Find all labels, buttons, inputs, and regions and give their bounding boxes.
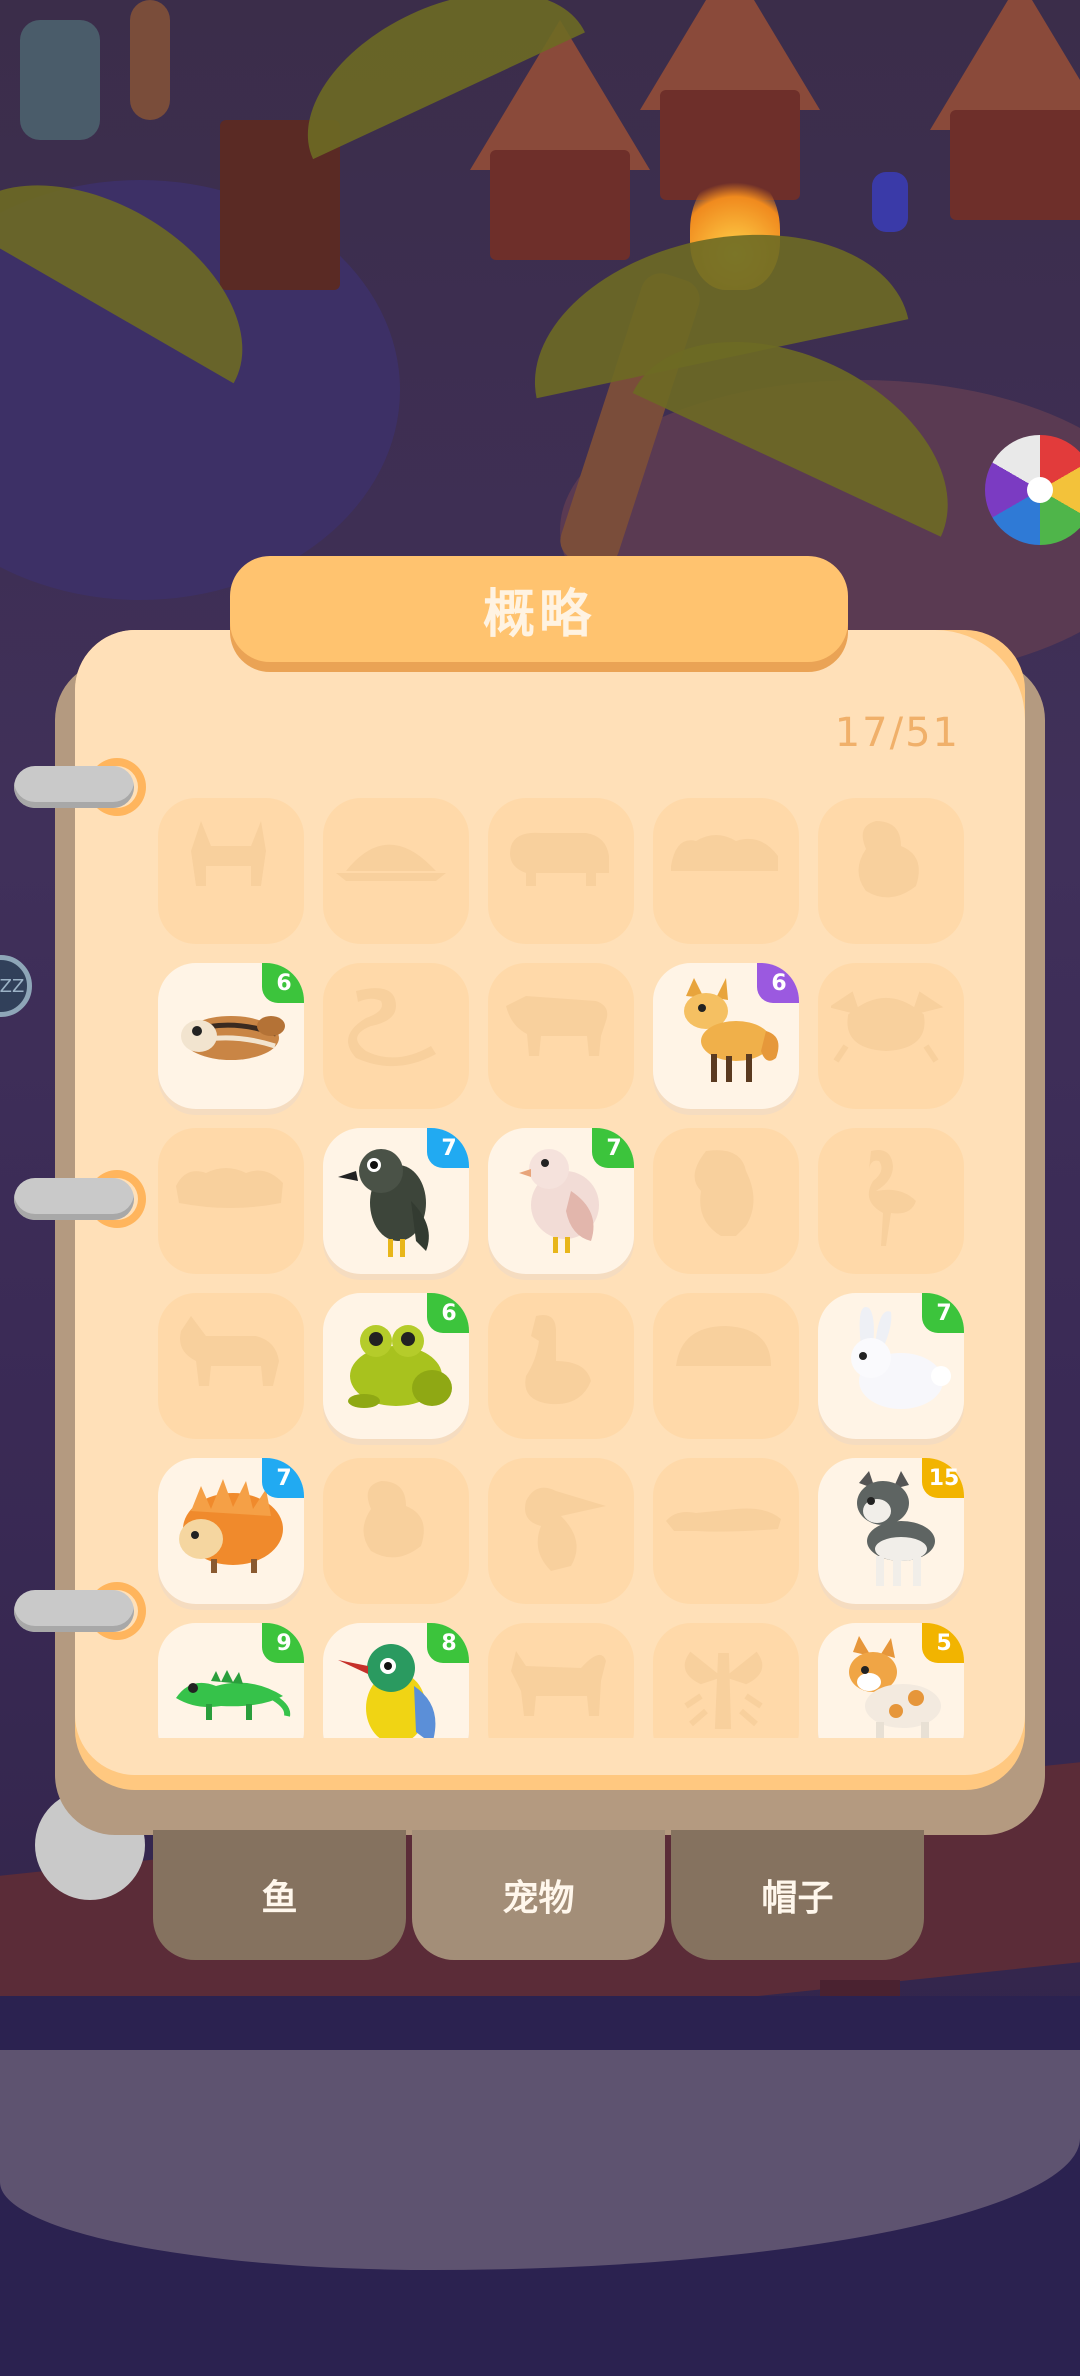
pet-slot-unlocked[interactable]: 5 (818, 1623, 964, 1738)
pet-slot-locked[interactable] (158, 1293, 304, 1439)
level-badge: 9 (262, 1623, 304, 1663)
worm-silhouette (176, 1168, 283, 1208)
pet-slot-locked[interactable] (488, 963, 634, 1109)
tab-fish[interactable]: 鱼 (153, 1830, 406, 1960)
tiki-statue (20, 20, 100, 140)
binder-ring (14, 1590, 134, 1632)
pet-slot-locked[interactable] (323, 1458, 469, 1604)
pig-silhouette (510, 832, 609, 886)
lobster-silhouette (684, 1651, 763, 1729)
sleep-label: ZZ (0, 975, 25, 997)
pet-slot-unlocked[interactable]: 7 (323, 1128, 469, 1274)
chick-silhouette (363, 1481, 424, 1558)
pet-slot-unlocked[interactable]: 15 (818, 1458, 964, 1604)
pet-slot-locked[interactable] (488, 1293, 634, 1439)
chick-silhouette (858, 821, 919, 898)
pet-slot-locked[interactable] (818, 963, 964, 1109)
pet-slot-locked[interactable] (653, 1623, 799, 1738)
level-badge: 6 (427, 1293, 469, 1333)
binder-ring (14, 766, 134, 808)
hut (950, 110, 1080, 220)
pet-slot-unlocked[interactable]: 7 (158, 1458, 304, 1604)
pet-slot-unlocked[interactable]: 8 (323, 1623, 469, 1738)
pet-slot-locked[interactable] (158, 1128, 304, 1274)
pet-slot-locked[interactable] (653, 1458, 799, 1604)
level-badge: 6 (262, 963, 304, 1003)
tab-pets-label: 宠物 (502, 1878, 575, 1919)
turtle-silhouette (336, 844, 446, 881)
toucan-silhouette (525, 1487, 606, 1571)
crocodile-silhouette (666, 1508, 781, 1532)
pet-slot-locked[interactable] (653, 1128, 799, 1274)
pet-slot-locked[interactable] (653, 1293, 799, 1439)
pet-slot-locked[interactable] (323, 798, 469, 944)
level-badge: 7 (262, 1458, 304, 1498)
tab-hats-label: 帽子 (761, 1878, 834, 1919)
pet-slot-locked[interactable] (488, 1458, 634, 1604)
pet-slot-locked[interactable] (158, 798, 304, 944)
level-badge: 7 (922, 1293, 964, 1333)
level-badge: 7 (592, 1128, 634, 1168)
flamingo-silhouette (868, 1150, 916, 1246)
snake-silhouette (348, 988, 436, 1067)
crab-silhouette (831, 991, 944, 1063)
pet-slot-unlocked[interactable]: 6 (158, 963, 304, 1109)
hut (490, 150, 630, 260)
title-tab: 概略 (230, 556, 848, 662)
cat-silhouette (511, 1651, 606, 1716)
goose-silhouette (525, 1315, 591, 1405)
pet-slot-locked[interactable] (818, 798, 964, 944)
pet-slot-locked[interactable] (818, 1128, 964, 1274)
pet-slot-unlocked[interactable]: 6 (653, 963, 799, 1109)
pet-slot-locked[interactable] (488, 798, 634, 944)
caterpillar-silhouette (671, 835, 778, 871)
pet-slot-unlocked[interactable]: 7 (818, 1293, 964, 1439)
level-badge: 15 (922, 1458, 964, 1498)
npc-character (872, 172, 908, 232)
binder-ring (14, 1178, 134, 1220)
tab-fish-label: 鱼 (261, 1878, 298, 1919)
wolf-silhouette (180, 1316, 279, 1386)
level-badge: 6 (757, 963, 799, 1003)
hedgehog-silhouette (676, 1326, 771, 1366)
parrot-silhouette (694, 1150, 754, 1236)
page-title: 概略 (482, 584, 595, 645)
level-badge: 8 (427, 1623, 469, 1663)
pet-slot-unlocked[interactable]: 7 (488, 1128, 634, 1274)
pet-slot-locked[interactable] (323, 963, 469, 1109)
level-badge: 5 (922, 1623, 964, 1663)
tiki-pole (130, 0, 170, 120)
fox-silhouette (191, 821, 266, 886)
collection-progress: 17/51 (834, 710, 960, 756)
level-badge: 7 (427, 1128, 469, 1168)
collection-grid: 6 6 7 7 6 7 7 15 9 8 5 (150, 790, 970, 1738)
pet-slot-unlocked[interactable]: 9 (158, 1623, 304, 1738)
pet-slot-unlocked[interactable]: 6 (323, 1293, 469, 1439)
pet-slot-locked[interactable] (653, 798, 799, 944)
tab-hats[interactable]: 帽子 (671, 1830, 924, 1960)
tab-pets[interactable]: 宠物 (412, 1830, 665, 1960)
pet-slot-locked[interactable] (488, 1623, 634, 1738)
cow-silhouette (506, 996, 608, 1056)
